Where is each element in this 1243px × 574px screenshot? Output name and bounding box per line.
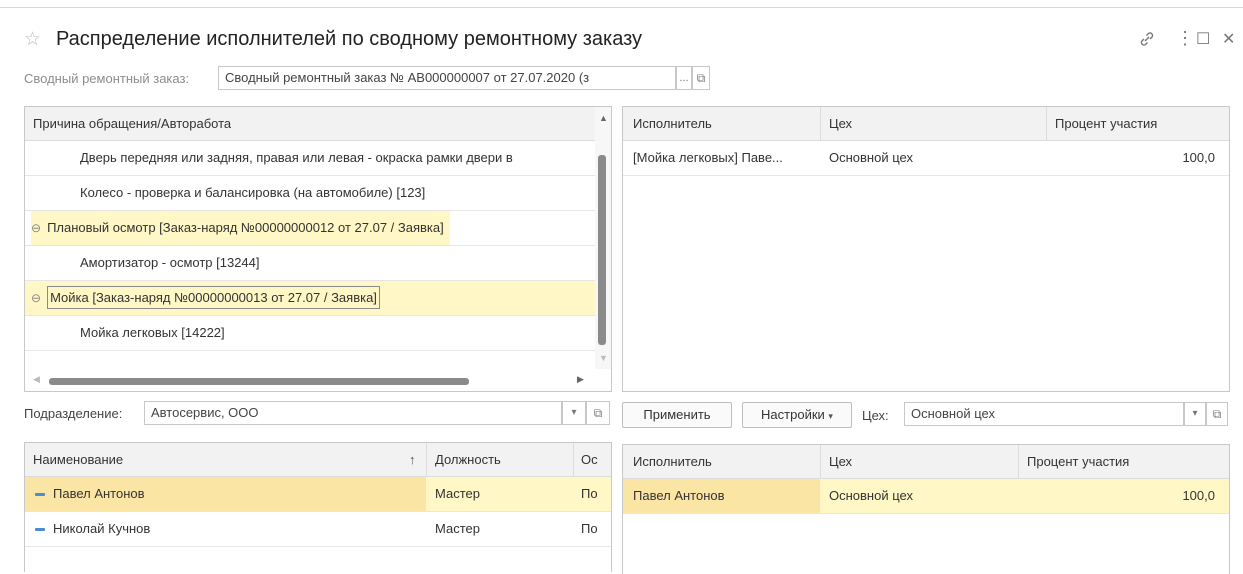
workshop-label: Цех:: [862, 408, 889, 423]
col-workshop-header[interactable]: Цех: [829, 445, 852, 478]
page-title: Распределение исполнителей по сводному р…: [56, 28, 643, 50]
summary-order-label: Сводный ремонтный заказ:: [24, 71, 190, 86]
division-open-icon[interactable]: ⧉: [586, 401, 610, 425]
employee-icon: [35, 493, 45, 497]
works-header-label[interactable]: Причина обращения/Авторабота: [33, 107, 231, 140]
works-hscroll-thumb[interactable]: [49, 378, 469, 385]
col-workshop-header[interactable]: Цех: [829, 107, 852, 140]
column-divider: [820, 107, 821, 140]
workshop-dropdown-icon[interactable]: ▾: [1184, 402, 1206, 426]
works-row[interactable]: Мойка легковых [14222]: [25, 316, 611, 351]
workshop-cell: Основной цех: [829, 150, 913, 165]
close-icon[interactable]: ✕: [1222, 29, 1235, 49]
top-border: [0, 0, 1243, 8]
selected-executors-table: Исполнитель Цех Процент участия Павел Ан…: [622, 444, 1230, 574]
employee-name-cell: Николай Кучнов: [35, 512, 150, 546]
col-executor-header[interactable]: Исполнитель: [633, 445, 712, 478]
sort-ascending-icon[interactable]: ↑: [409, 443, 416, 476]
column-divider: [573, 443, 574, 476]
works-row[interactable]: Дверь передняя или задняя, правая или ле…: [25, 141, 611, 176]
works-row-label: Амортизатор - осмотр [13244]: [80, 255, 260, 270]
column-divider: [820, 445, 821, 478]
settings-label: Настройки: [761, 407, 825, 422]
employee-icon: [35, 528, 45, 532]
col-percent-header[interactable]: Процент участия: [1027, 445, 1129, 478]
chevron-down-icon: ▾: [828, 411, 833, 421]
favorite-star-icon[interactable]: ☆: [24, 28, 41, 51]
division-label: Подразделение:: [24, 406, 123, 421]
collapse-icon[interactable]: ⊖: [31, 221, 41, 235]
works-table-header: Причина обращения/Авторабота: [25, 107, 611, 141]
collapse-icon[interactable]: ⊖: [31, 291, 41, 305]
settings-button[interactable]: Настройки ▾: [742, 402, 852, 428]
col-executor-header[interactable]: Исполнитель: [633, 107, 712, 140]
workshop-field[interactable]: Основной цех: [904, 402, 1184, 426]
table-row-selected[interactable]: Павел Антонов Основной цех 100,0: [623, 479, 1229, 514]
scroll-down-icon[interactable]: ▼: [599, 353, 608, 363]
column-divider: [1046, 107, 1047, 140]
works-row[interactable]: Колесо - проверка и балансировка (на авт…: [25, 176, 611, 211]
summary-order-open-icon[interactable]: ⧉: [692, 66, 710, 90]
maximize-icon[interactable]: ☐: [1196, 29, 1210, 49]
employee-name: Николай Кучнов: [53, 521, 151, 536]
column-divider: [1018, 445, 1019, 478]
employees-table: Наименование ↑ Должность Ос Павел Антоно…: [24, 442, 612, 572]
table-row[interactable]: [Мойка легковых] Паве... Основной цех 10…: [623, 141, 1229, 176]
works-group-label-wrap: ⊖ Плановый осмотр [Заказ-наряд №000000000…: [31, 211, 450, 245]
works-row[interactable]: Амортизатор - осмотр [13244]: [25, 246, 611, 281]
employees-table-header: Наименование ↑ Должность Ос: [25, 443, 611, 477]
works-group-row[interactable]: ⊖ Плановый осмотр [Заказ-наряд №000000000…: [25, 211, 611, 246]
table-row-selected[interactable]: Павел Антонов Мастер По: [25, 477, 611, 512]
executor-cell: [Мойка легковых] Паве...: [633, 150, 783, 165]
percent-cell: 100,0: [1182, 488, 1215, 503]
col-extra-header[interactable]: Ос: [581, 443, 611, 476]
extra-cell: По: [581, 521, 598, 536]
employee-name-cell: Павел Антонов: [35, 477, 145, 511]
link-icon[interactable]: [1138, 30, 1156, 53]
scroll-left-icon[interactable]: ◀: [33, 374, 40, 385]
percent-cell: 100,0: [1182, 150, 1215, 165]
col-percent-header[interactable]: Процент участия: [1055, 107, 1157, 140]
assigned-table-header: Исполнитель Цех Процент участия: [623, 107, 1229, 141]
assigned-executors-table: Исполнитель Цех Процент участия [Мойка л…: [622, 106, 1230, 392]
workshop-cell: Основной цех: [829, 488, 913, 503]
apply-button[interactable]: Применить: [622, 402, 732, 428]
executor-cell: Павел Антонов: [623, 479, 820, 513]
summary-order-select-button[interactable]: ...: [676, 66, 692, 90]
works-vscroll-thumb[interactable]: [598, 155, 606, 345]
works-row-label: Мойка [Заказ-наряд №00000000013 от 27.07…: [47, 286, 380, 309]
extra-cell: По: [581, 486, 598, 501]
works-row-label: Дверь передняя или задняя, правая или ле…: [80, 150, 513, 165]
workshop-open-icon[interactable]: ⧉: [1206, 402, 1228, 426]
more-icon[interactable]: ⋮: [1176, 28, 1194, 49]
employee-name: Павел Антонов: [53, 486, 145, 501]
works-table: Причина обращения/Авторабота Дверь перед…: [24, 106, 612, 392]
works-group-label-wrap: ⊖ Мойка [Заказ-наряд №00000000013 от 27.0…: [31, 281, 380, 315]
col-name-header[interactable]: Наименование: [33, 443, 123, 476]
division-dropdown-icon[interactable]: ▾: [562, 401, 586, 425]
scroll-up-icon[interactable]: ▲: [599, 113, 608, 123]
col-position-header[interactable]: Должность: [435, 443, 501, 476]
position-cell: Мастер: [435, 521, 480, 536]
works-row-label: Колесо - проверка и балансировка (на авт…: [80, 185, 426, 200]
division-field[interactable]: Автосервис, ООО: [144, 401, 562, 425]
scroll-right-icon[interactable]: ▶: [577, 374, 584, 385]
selected-table-header: Исполнитель Цех Процент участия: [623, 445, 1229, 479]
summary-order-field[interactable]: Сводный ремонтный заказ № АВ000000007 от…: [218, 66, 676, 90]
works-row-label: Мойка легковых [14222]: [80, 325, 225, 340]
column-divider: [426, 443, 427, 476]
works-group-row-selected[interactable]: ⊖ Мойка [Заказ-наряд №00000000013 от 27.0…: [25, 281, 595, 316]
table-row[interactable]: Николай Кучнов Мастер По: [25, 512, 611, 547]
works-row-label: Плановый осмотр [Заказ-наряд №0000000001…: [47, 220, 444, 235]
